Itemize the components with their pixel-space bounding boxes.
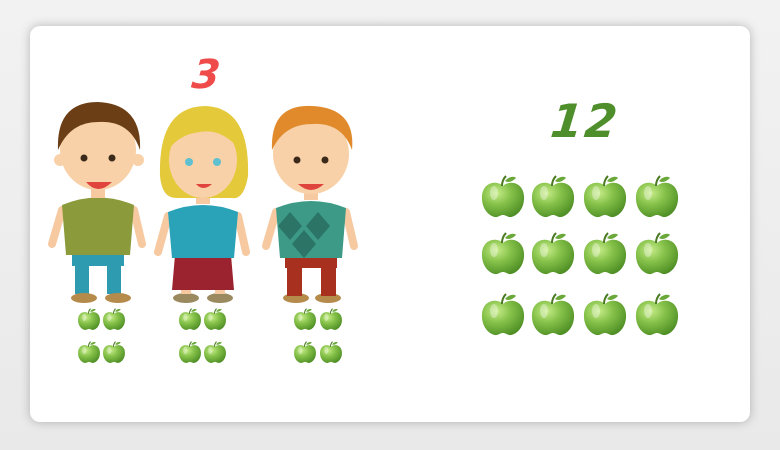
apple-icon: [102, 308, 126, 331]
apple-icon: [178, 341, 202, 364]
apple-icon: [178, 308, 202, 331]
apple-icon: [530, 293, 576, 337]
child-boy-red-hair: [262, 105, 358, 303]
apple-icon: [293, 308, 317, 331]
total-apples-grid: [480, 175, 680, 337]
apple-group-child-2: [178, 308, 227, 364]
apple-icon: [203, 308, 227, 331]
apple-icon: [480, 293, 526, 337]
apple-icon: [480, 232, 526, 276]
apple-icon: [77, 308, 101, 331]
apple-icon: [319, 341, 343, 364]
apple-icon: [634, 232, 680, 276]
illustration-layer: [48, 102, 680, 364]
apple-icon: [634, 293, 680, 337]
apple-icon: [634, 175, 680, 219]
apple-icon: [582, 232, 628, 276]
apple-icon: [530, 232, 576, 276]
apple-icon: [582, 175, 628, 219]
apple-icon: [77, 341, 101, 364]
apple-group-child-1: [77, 308, 126, 364]
apple-group-child-3: [293, 308, 343, 364]
apple-icon: [480, 175, 526, 219]
apple-icon: [102, 341, 126, 364]
apple-icon: [293, 341, 317, 364]
child-girl-blonde-hair: [154, 106, 250, 303]
apple-icon: [582, 293, 628, 337]
apple-icon: [530, 175, 576, 219]
apple-icon: [203, 341, 227, 364]
child-boy-brown-hair: [48, 102, 146, 303]
apple-icon: [319, 308, 343, 331]
